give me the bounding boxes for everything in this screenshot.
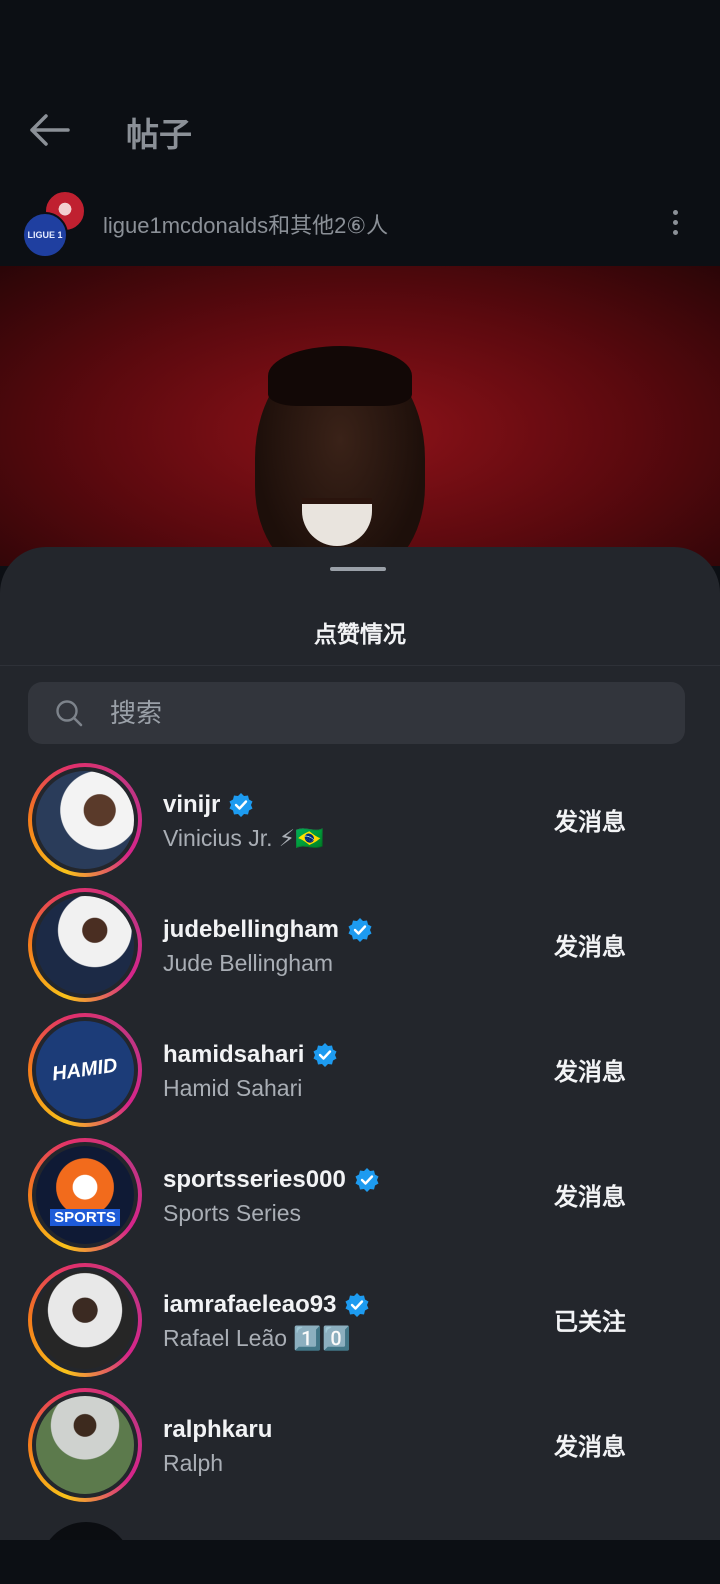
username[interactable]: iamrafaeleao93 bbox=[163, 1291, 336, 1319]
username[interactable]: ralphkaru bbox=[163, 1416, 272, 1444]
avatar-logo-text: SPORTS bbox=[50, 1209, 120, 1226]
following-button[interactable]: 已关注 bbox=[540, 1301, 640, 1337]
sheet-grab-handle[interactable] bbox=[330, 567, 386, 571]
ligue1-avatar: LIGUE 1 bbox=[22, 212, 68, 258]
arrow-left-icon bbox=[30, 114, 70, 146]
list-item[interactable]: iamrafaeleao93 Rafael Leão 1️⃣0️⃣ 已关注 bbox=[0, 1261, 720, 1386]
search-icon bbox=[56, 700, 83, 727]
post-author-text[interactable]: ligue1mcdonalds和其他2⑥人 bbox=[103, 208, 388, 240]
likes-list: vinijr Vinicius Jr. ⚡🇧🇷 发消息 judebellingh… bbox=[0, 761, 720, 1511]
user-info: sportsseries000 Sports Series bbox=[163, 1164, 523, 1227]
full-name: Sports Series bbox=[163, 1200, 302, 1226]
user-info: ralphkaru Ralph bbox=[163, 1414, 523, 1477]
list-item[interactable]: SPORTS sportsseries000 Sports Series 发消息 bbox=[0, 1136, 720, 1261]
avatar bbox=[36, 1271, 134, 1369]
verified-badge-icon bbox=[345, 1293, 369, 1317]
avatar bbox=[36, 771, 134, 869]
list-item[interactable]: vinijr Vinicius Jr. ⚡🇧🇷 发消息 bbox=[0, 761, 720, 886]
message-button[interactable]: 发消息 bbox=[540, 1051, 640, 1087]
story-ring[interactable] bbox=[28, 1263, 142, 1377]
verified-badge-icon bbox=[355, 1168, 379, 1192]
user-info: iamrafaeleao93 Rafael Leão 1️⃣0️⃣ bbox=[163, 1289, 523, 1352]
post-author-avatars[interactable]: LIGUE 1 bbox=[22, 190, 88, 258]
verified-badge-icon bbox=[229, 793, 253, 817]
post-photo[interactable] bbox=[0, 266, 720, 566]
full-name: Jude Bellingham bbox=[163, 950, 334, 976]
story-ring[interactable]: SPORTS bbox=[28, 1138, 142, 1252]
message-button[interactable]: 发消息 bbox=[540, 1176, 640, 1212]
sheet-title: 点赞情况 bbox=[314, 621, 406, 647]
back-button[interactable] bbox=[26, 110, 72, 150]
likes-sheet: 点赞情况 vinijr Vinicius Jr. ⚡🇧🇷 发消息 bbox=[0, 547, 720, 1547]
search-box[interactable] bbox=[28, 682, 685, 744]
sheet-divider bbox=[0, 665, 720, 666]
story-ring[interactable] bbox=[28, 888, 142, 1002]
user-info: hamidsahari Hamid Sahari bbox=[163, 1039, 523, 1102]
username[interactable]: judebellingham bbox=[163, 916, 339, 944]
ligue1-logo-text: LIGUE 1 bbox=[27, 230, 63, 240]
avatar: HAMID bbox=[36, 1021, 134, 1119]
avatar bbox=[36, 1396, 134, 1494]
more-options-button[interactable] bbox=[660, 204, 690, 240]
search-input[interactable] bbox=[110, 682, 650, 744]
message-button[interactable]: 发消息 bbox=[540, 926, 640, 962]
full-name: Rafael Leão 1️⃣0️⃣ bbox=[163, 1325, 351, 1351]
list-item[interactable]: HAMID hamidsahari Hamid Sahari 发消息 bbox=[0, 1011, 720, 1136]
story-ring[interactable] bbox=[28, 763, 142, 877]
message-button[interactable]: 发消息 bbox=[540, 1426, 640, 1462]
username[interactable]: vinijr bbox=[163, 791, 220, 819]
post-header: LIGUE 1 ligue1mcdonalds和其他2⑥人 bbox=[0, 186, 720, 260]
avatar-logo-text: HAMID bbox=[50, 1054, 119, 1085]
list-item[interactable]: judebellingham Jude Bellingham 发消息 bbox=[0, 886, 720, 1011]
full-name: Vinicius Jr. ⚡🇧🇷 bbox=[163, 825, 324, 851]
more-vertical-icon bbox=[672, 209, 678, 215]
story-ring[interactable] bbox=[28, 1388, 142, 1502]
user-info: judebellingham Jude Bellingham bbox=[163, 914, 523, 977]
avatar: SPORTS bbox=[36, 1146, 134, 1244]
message-button[interactable]: 发消息 bbox=[540, 801, 640, 837]
story-ring[interactable]: HAMID bbox=[28, 1013, 142, 1127]
list-item[interactable]: ralphkaru Ralph 发消息 bbox=[0, 1386, 720, 1511]
user-info: vinijr Vinicius Jr. ⚡🇧🇷 bbox=[163, 789, 523, 852]
username[interactable]: hamidsahari bbox=[163, 1041, 304, 1069]
top-bar: 帖子 LIGUE 1 ligue1mcdonalds和其他2⑥人 bbox=[0, 0, 720, 268]
full-name: Hamid Sahari bbox=[163, 1075, 303, 1101]
username[interactable]: sportsseries000 bbox=[163, 1166, 346, 1194]
page-title: 帖子 bbox=[126, 116, 192, 153]
verified-badge-icon bbox=[348, 918, 372, 942]
avatar bbox=[36, 896, 134, 994]
verified-badge-icon bbox=[313, 1043, 337, 1067]
full-name: Ralph bbox=[163, 1450, 224, 1476]
photo-subject-hair bbox=[268, 346, 412, 406]
system-navigation-bar bbox=[0, 1540, 720, 1584]
